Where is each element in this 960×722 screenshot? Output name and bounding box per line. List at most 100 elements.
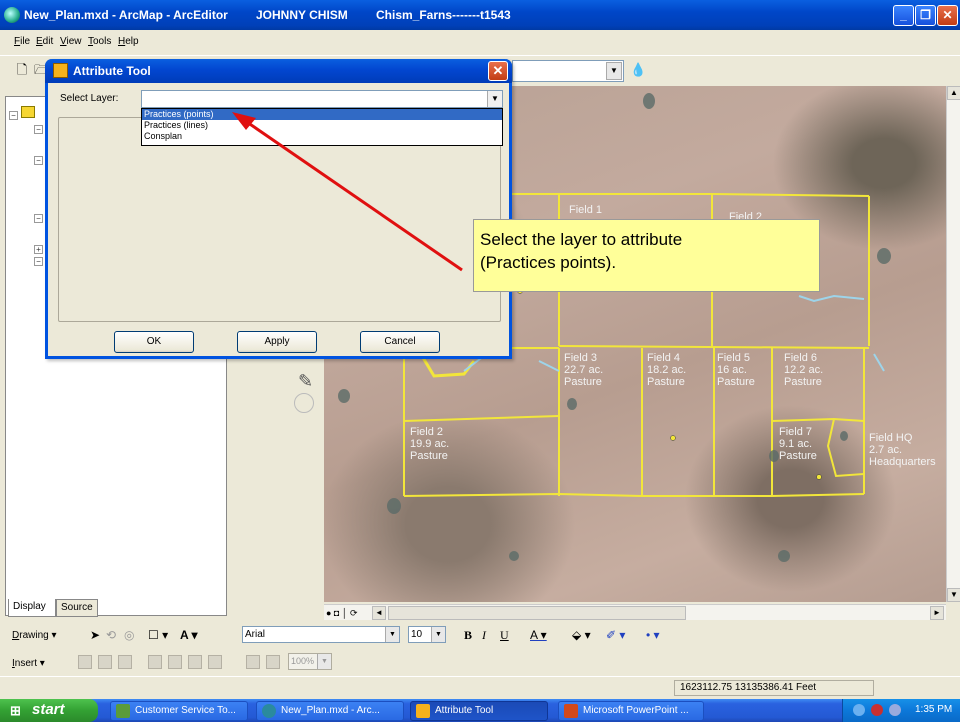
font-name-select[interactable]: Arial ▼ <box>242 626 400 643</box>
ok-button[interactable]: OK <box>114 331 194 353</box>
fill-color-icon[interactable]: ⬙ ▾ <box>572 628 591 642</box>
collapse-toggle-icon[interactable]: − <box>34 125 43 134</box>
line-color-icon[interactable]: ✐ ▾ <box>606 628 625 642</box>
menu-help[interactable]: Help <box>118 36 139 47</box>
field-label: Field HQ 2.7 ac. Headquarters <box>869 432 936 468</box>
collapse-toggle-icon[interactable]: − <box>34 257 43 266</box>
menu-tools[interactable]: Tools <box>88 36 111 47</box>
windows-flag-icon: ⊞ <box>10 703 21 718</box>
start-label: start <box>32 701 65 718</box>
volume-icon[interactable] <box>889 704 901 716</box>
map-vertical-scrollbar[interactable]: ▲ ▼ <box>946 86 960 602</box>
zoom-in-icon[interactable] <box>78 655 92 669</box>
task-arcmap[interactable]: New_Plan.mxd - Arc... <box>256 701 404 721</box>
map-horizontal-scrollbar[interactable]: ● ◘ │ ⟳ ◄ ► <box>324 604 946 620</box>
collapse-toggle-icon[interactable]: − <box>9 111 18 120</box>
new-document-icon[interactable]: 🗋 <box>14 62 30 78</box>
menu-file[interactable]: File <box>14 36 30 47</box>
maximize-button[interactable]: ❐ <box>915 5 936 26</box>
rectangle-icon[interactable]: ☐ ▾ <box>148 628 168 642</box>
expand-toggle-icon[interactable]: + <box>34 245 43 254</box>
droplet-icon[interactable]: 💧 <box>630 62 646 78</box>
field-label: Field 1 <box>569 204 603 216</box>
cancel-button[interactable]: Cancel <box>360 331 440 353</box>
pond <box>778 550 790 562</box>
scroll-thumb[interactable] <box>388 606 686 620</box>
waterline <box>538 360 560 372</box>
pond <box>840 431 848 441</box>
bold-button[interactable]: B <box>464 628 472 642</box>
scroll-up-icon[interactable]: ▲ <box>947 86 960 100</box>
rotate-icon[interactable]: ⟲ <box>106 628 116 642</box>
attributes-panel <box>58 117 501 322</box>
arcmap-app-icon[interactable] <box>4 7 20 23</box>
font-size-select[interactable]: 10 ▼ <box>408 626 446 643</box>
collapse-toggle-icon[interactable]: − <box>34 156 43 165</box>
tab-source[interactable]: Source <box>56 599 98 617</box>
select-layer-dropdown[interactable]: ▼ <box>141 90 503 108</box>
field-label: Field 4 18.2 ac. Pasture <box>647 352 687 388</box>
zoom-percent-select[interactable]: 100% ▼ <box>288 653 332 670</box>
menu-view[interactable]: View <box>60 36 82 47</box>
boundary-line <box>558 345 870 349</box>
insert-toolbar: Insert ▾ <box>0 650 960 674</box>
pencil-icon[interactable]: ✎ <box>298 371 313 392</box>
start-button[interactable]: ⊞ start <box>0 699 98 722</box>
dialog-title-bar[interactable]: Attribute Tool ✕ <box>45 59 512 83</box>
scroll-down-icon[interactable]: ▼ <box>947 588 960 602</box>
drawing-menu[interactable]: Drawing ▾ <box>12 630 57 641</box>
view-toggle-icon[interactable]: ● ◘ │ ⟳ <box>326 608 358 619</box>
toolbar-dropdown[interactable]: ▼ <box>512 60 624 82</box>
boundary-line <box>403 415 560 422</box>
window-close-button[interactable]: ✕ <box>937 5 958 26</box>
dialog-close-button[interactable]: ✕ <box>488 61 508 81</box>
task-app-icon <box>564 704 578 718</box>
option-practices-lines[interactable]: Practices (lines) <box>142 120 502 131</box>
pond <box>567 398 577 410</box>
collapse-toggle-icon[interactable]: − <box>34 214 43 223</box>
network-icon[interactable] <box>853 704 865 716</box>
window-title-file: New_Plan.mxd - ArcMap - ArcEditor <box>24 8 228 22</box>
minimize-button[interactable]: _ <box>893 5 914 26</box>
zoom-element-icon[interactable]: ◎ <box>124 628 134 642</box>
menu-bar: File Edit View Tools Help <box>0 30 960 54</box>
text-tool-icon[interactable]: A ▾ <box>180 628 198 642</box>
next-extent-icon[interactable] <box>266 655 280 669</box>
fixed-zoom-in-icon[interactable] <box>168 655 182 669</box>
chevron-down-icon: ▼ <box>487 91 502 107</box>
security-shield-icon[interactable] <box>871 704 883 716</box>
menu-edit[interactable]: Edit <box>36 36 53 47</box>
zoom-out-icon[interactable] <box>98 655 112 669</box>
task-powerpoint[interactable]: Microsoft PowerPoint ... <box>558 701 704 721</box>
scroll-left-icon[interactable]: ◄ <box>372 606 386 620</box>
task-customer-service[interactable]: Customer Service To... <box>110 701 248 721</box>
pond <box>509 551 519 561</box>
apply-button[interactable]: Apply <box>237 331 317 353</box>
layers-icon <box>21 106 35 118</box>
taskbar: ⊞ start Customer Service To... New_Plan.… <box>0 699 960 722</box>
coordinates-readout: 1623112.75 13135386.41 Feet <box>674 680 874 696</box>
pan-icon[interactable] <box>118 655 132 669</box>
font-color-icon[interactable]: A ▾ <box>530 628 547 642</box>
option-consplan[interactable]: Consplan <box>142 131 502 142</box>
scroll-right-icon[interactable]: ► <box>930 606 944 620</box>
select-arrow-icon[interactable]: ➤ <box>90 628 100 642</box>
zoom-page-icon[interactable] <box>208 655 222 669</box>
boundary-line <box>474 193 870 197</box>
underline-button[interactable]: U <box>500 628 509 642</box>
task-attribute-tool[interactable]: Attribute Tool <box>410 701 548 721</box>
marker-color-icon[interactable]: • ▾ <box>646 628 660 642</box>
fixed-zoom-out-icon[interactable] <box>188 655 202 669</box>
full-extent-icon[interactable] <box>148 655 162 669</box>
italic-button[interactable]: I <box>482 628 486 642</box>
previous-extent-icon[interactable] <box>246 655 260 669</box>
tab-display[interactable]: Display <box>8 599 56 617</box>
practice-point[interactable] <box>670 435 676 441</box>
task-app-icon <box>416 704 430 718</box>
circle-tool-icon[interactable] <box>294 393 314 413</box>
insert-menu[interactable]: Insert ▾ <box>12 658 45 669</box>
practice-point[interactable] <box>816 474 822 480</box>
option-practices-points[interactable]: Practices (points) <box>142 109 502 120</box>
font-size-value: 10 <box>411 629 423 640</box>
task-app-icon <box>116 704 130 718</box>
